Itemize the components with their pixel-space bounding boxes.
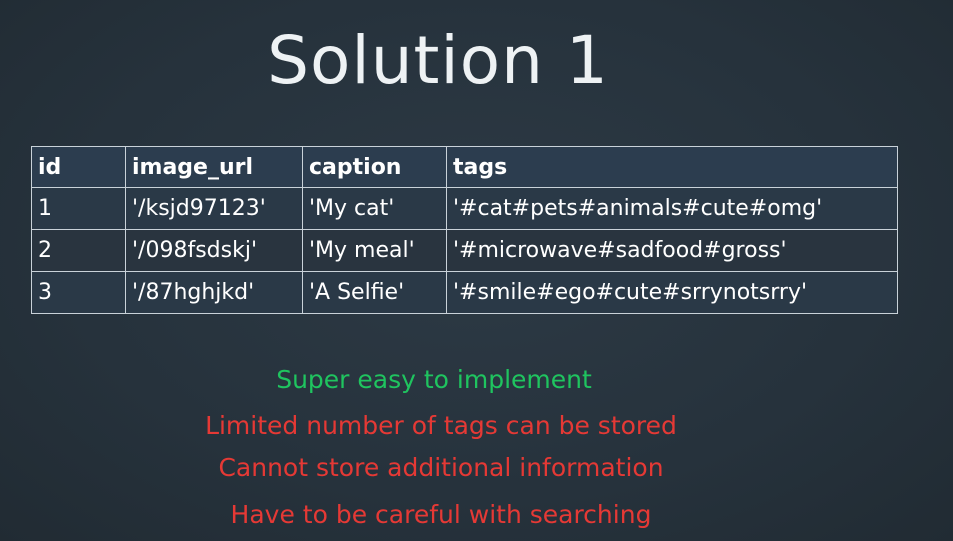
column-header-caption: caption (302, 146, 447, 188)
photos-table: id image_url caption tags 1 '/ksjd97123'… (31, 146, 898, 314)
column-header-tags: tags (446, 146, 898, 188)
cell-id: 3 (31, 271, 126, 314)
con-note: Cannot store additional information (218, 453, 664, 482)
cell-tags: '#microwave#sadfood#gross' (446, 229, 898, 272)
cell-image-url: '/098fsdskj' (125, 229, 303, 272)
table-row: 3 '/87hghjkd' 'A Selfie' '#smile#ego#cut… (31, 271, 898, 314)
cell-image-url: '/ksjd97123' (125, 187, 303, 230)
table-row: 1 '/ksjd97123' 'My cat' '#cat#pets#anima… (31, 187, 898, 230)
con-note: Limited number of tags can be stored (205, 411, 677, 440)
column-header-id: id (31, 146, 126, 188)
cell-tags: '#cat#pets#animals#cute#omg' (446, 187, 898, 230)
cell-caption: 'My cat' (302, 187, 447, 230)
cell-caption: 'My meal' (302, 229, 447, 272)
cell-id: 1 (31, 187, 126, 230)
cell-image-url: '/87hghjkd' (125, 271, 303, 314)
cell-tags: '#smile#ego#cute#srrynotsrry' (446, 271, 898, 314)
pro-note: Super easy to implement (276, 365, 592, 394)
column-header-image-url: image_url (125, 146, 303, 188)
slide-title: Solution 1 (267, 22, 609, 99)
con-note: Have to be careful with searching (230, 500, 652, 529)
table-row: 2 '/098fsdskj' 'My meal' '#microwave#sad… (31, 229, 898, 272)
cell-caption: 'A Selfie' (302, 271, 447, 314)
table-header-row: id image_url caption tags (31, 146, 898, 188)
cell-id: 2 (31, 229, 126, 272)
